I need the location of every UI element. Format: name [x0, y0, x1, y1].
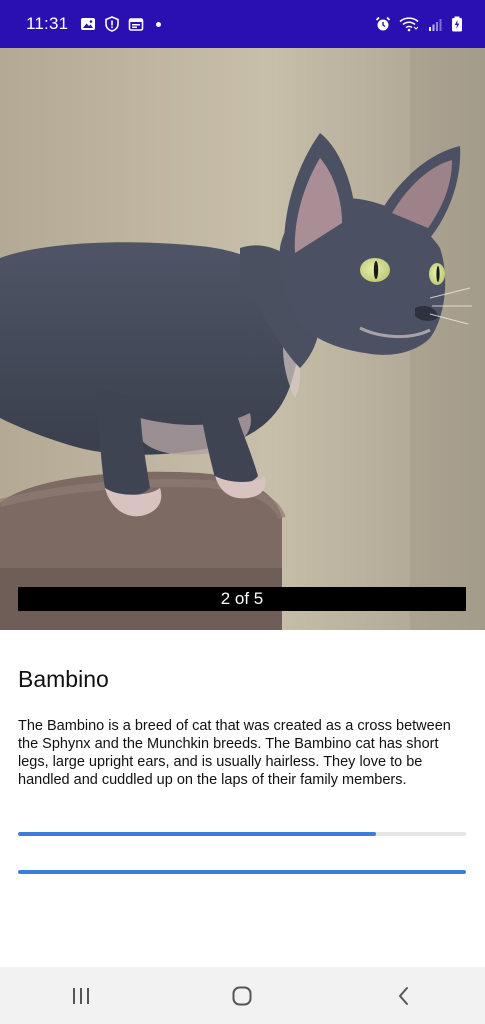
- status-right: [375, 16, 463, 32]
- image-counter: 2 of 5: [18, 587, 466, 611]
- alarm-icon: [375, 16, 391, 31]
- app-screen: 11:31 2 of 5 Bambino The Bambino is a br…: [0, 0, 485, 1024]
- cat-photo-image: [0, 48, 485, 630]
- status-time: 11:31: [26, 14, 69, 33]
- recent-apps-icon: [72, 987, 89, 1004]
- status-left: 11:31: [26, 14, 162, 34]
- progress-bar-primary: [18, 832, 466, 836]
- home-icon: [232, 986, 252, 1005]
- battery-icon: [452, 16, 462, 32]
- progress-bar-secondary-fill: [18, 870, 466, 874]
- breed-title: Bambino: [18, 666, 109, 692]
- home-button[interactable]: [212, 976, 272, 1016]
- calendar-icon: [128, 18, 144, 31]
- back-button[interactable]: [374, 976, 434, 1016]
- recent-apps-button[interactable]: [51, 976, 111, 1016]
- wifi-icon: [399, 17, 419, 32]
- dot-icon: [156, 21, 162, 27]
- system-nav-bar: [0, 967, 485, 1024]
- signal-icon: [429, 19, 442, 31]
- progress-bar-secondary: [18, 870, 466, 874]
- gallery-icon: [81, 18, 96, 30]
- shield-icon: [105, 16, 120, 32]
- progress-bar-primary-fill: [18, 832, 377, 836]
- breed-description: The Bambino is a breed of cat that was c…: [18, 718, 451, 788]
- back-icon: [399, 986, 409, 1005]
- status-bar: 11:31: [0, 0, 485, 48]
- cat-photo[interactable]: [0, 48, 485, 630]
